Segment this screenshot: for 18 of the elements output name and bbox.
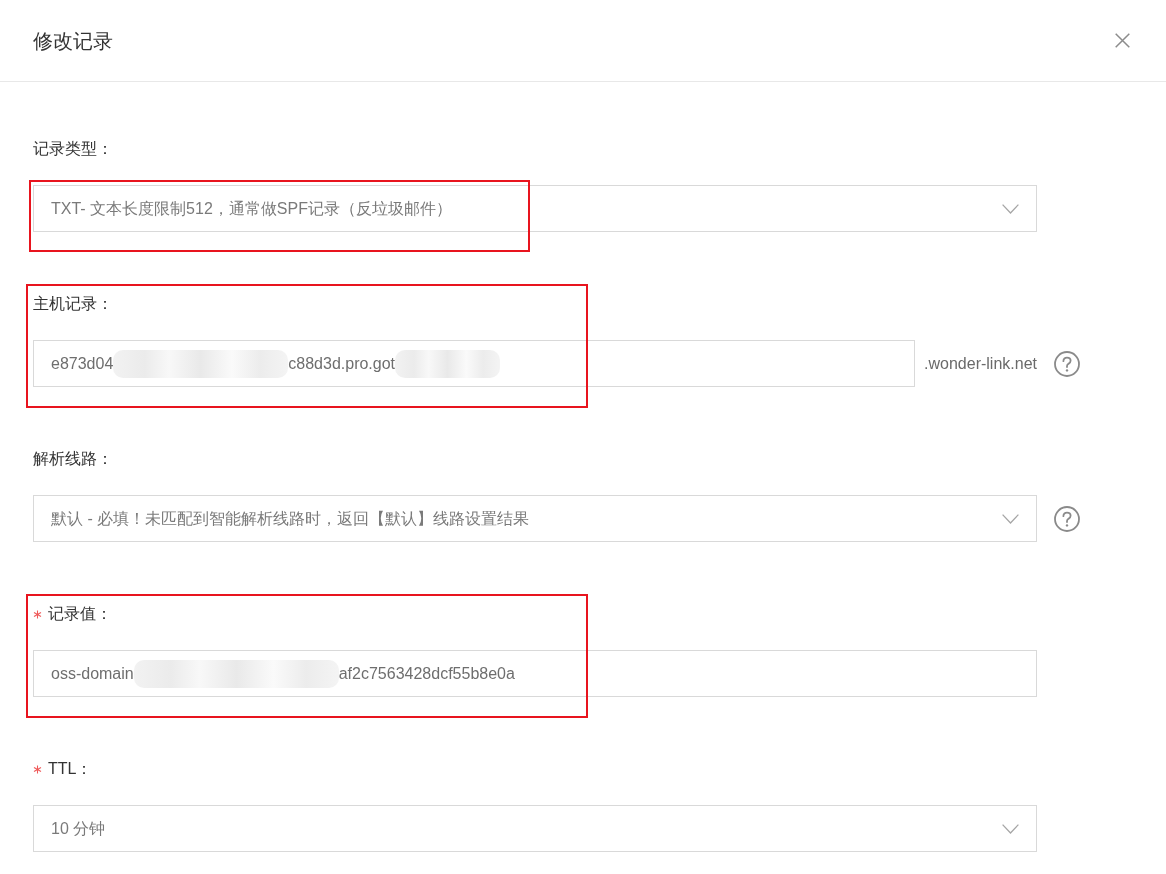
field-label: 记录类型： — [33, 139, 113, 159]
field-label: TTL： — [48, 759, 93, 779]
field-label: 解析线路： — [33, 449, 113, 469]
close-icon — [1114, 33, 1130, 48]
host-record-input[interactable]: e873d04 c88d3d.pro.got — [33, 340, 916, 387]
field-label: 记录值： — [48, 604, 112, 624]
chevron-down-icon — [1002, 823, 1019, 834]
chevron-down-icon — [1002, 203, 1019, 214]
chevron-down-icon — [1002, 513, 1019, 524]
resolution-line-select[interactable]: 默认 - 必填！未匹配到智能解析线路时，返回【默认】线路设置结果 — [33, 495, 1037, 542]
help-icon[interactable] — [1054, 350, 1080, 377]
help-icon[interactable] — [1054, 505, 1080, 532]
ttl-select[interactable]: 10 分钟 — [33, 805, 1037, 852]
dialog-title: 修改记录 — [33, 28, 113, 54]
domain-suffix: .wonder-link.net — [924, 353, 1037, 374]
field-label: 主机记录： — [33, 294, 113, 314]
record-value-input[interactable]: oss-domain af2c7563428dcf55b8e0a — [33, 650, 1037, 697]
record-type-select[interactable]: TXT- 文本长度限制512，通常做SPF记录（反垃圾邮件） — [33, 185, 1037, 232]
